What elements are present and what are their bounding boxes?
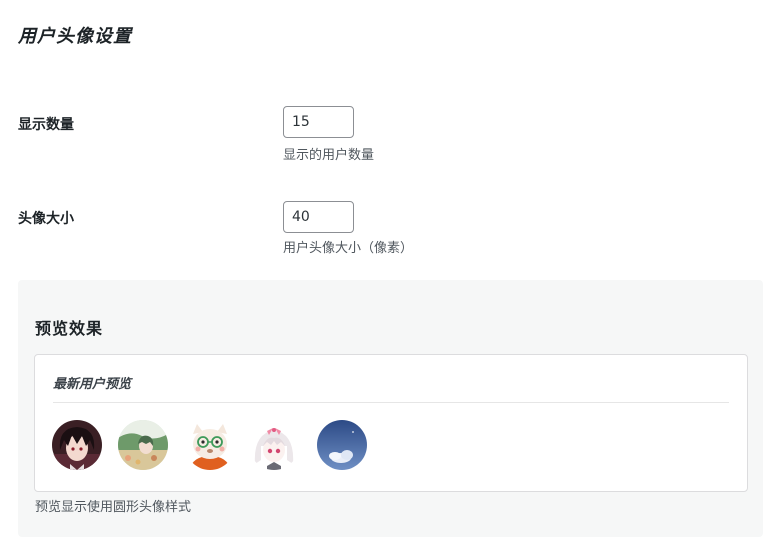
user-avatar-icon <box>185 420 235 470</box>
preview-card-divider <box>53 402 729 403</box>
avatar-1 <box>52 420 102 470</box>
preview-title: 预览效果 <box>35 319 104 338</box>
user-avatar-icon <box>52 420 102 470</box>
avatar-size-input[interactable] <box>283 201 354 233</box>
user-avatar-icon <box>118 420 168 470</box>
avatar-3 <box>185 420 235 470</box>
display-count-label: 显示数量 <box>18 117 74 133</box>
user-avatar-icon <box>249 420 299 470</box>
page-title: 用户头像设置 <box>18 26 132 47</box>
preview-card-title: 最新用户预览 <box>53 377 132 392</box>
latest-users-preview-card: 最新用户预览 <box>34 354 748 492</box>
user-avatar-icon <box>317 420 367 470</box>
display-count-description: 显示的用户数量 <box>283 148 375 163</box>
avatar-4 <box>249 420 299 470</box>
avatar-size-label: 头像大小 <box>18 211 74 227</box>
avatar-2 <box>118 420 168 470</box>
preview-note: 预览显示使用圆形头像样式 <box>35 500 192 515</box>
avatar-5 <box>317 420 367 470</box>
preview-panel: 预览效果 最新用户预览 预览显示使用圆形头像样式 <box>18 280 763 537</box>
display-count-input[interactable] <box>283 106 354 138</box>
avatar-size-description: 用户头像大小（像素） <box>283 241 414 256</box>
